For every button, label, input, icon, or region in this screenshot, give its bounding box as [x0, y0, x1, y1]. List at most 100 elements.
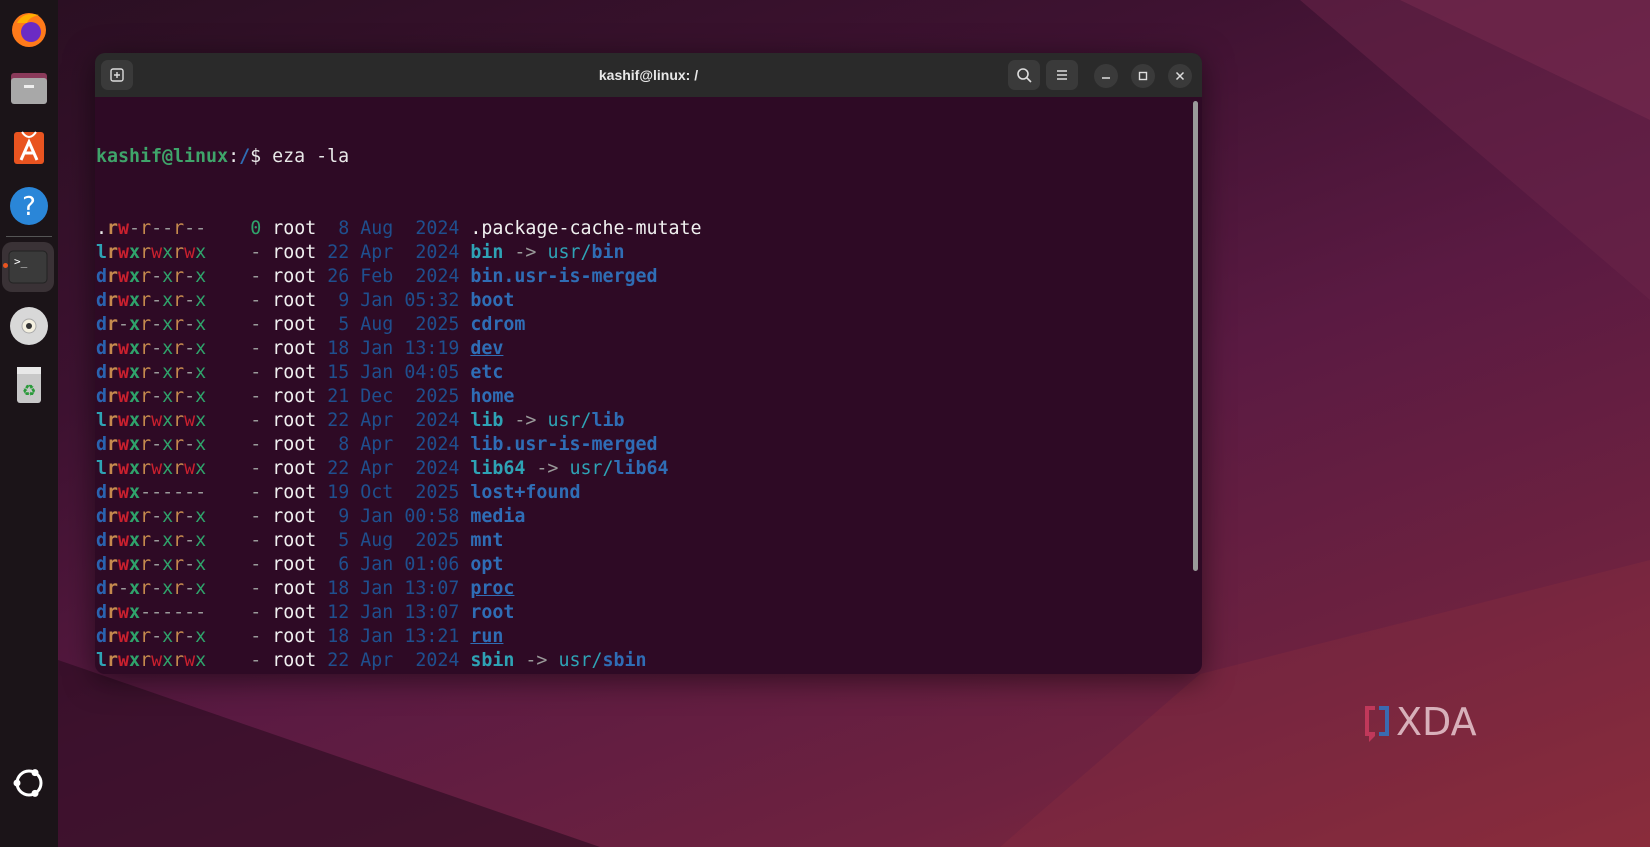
date-time-or-year: 2024: [415, 266, 460, 287]
list-row: drwxr-xr-x - root 6 Jan 01:06 opt: [96, 553, 1187, 577]
scrollbar[interactable]: [1193, 101, 1198, 571]
minimize-button[interactable]: [1094, 64, 1118, 88]
date-month: Dec: [360, 386, 394, 407]
dock-firefox[interactable]: [6, 6, 52, 52]
dock-help[interactable]: ?: [6, 183, 52, 229]
perm-char: r: [140, 410, 152, 431]
perm-char: -: [184, 290, 196, 311]
date-day: 19: [327, 482, 350, 503]
date-month: Apr: [360, 242, 394, 263]
perm-char: r: [107, 458, 119, 479]
perm-char: x: [195, 626, 207, 647]
dock-show-apps[interactable]: [6, 760, 52, 806]
menu-button[interactable]: [1046, 60, 1078, 90]
perm-char: x: [195, 242, 207, 263]
perm-char: x: [162, 578, 174, 599]
perm-char: r: [173, 338, 185, 359]
date-time-or-year: 13:19: [404, 338, 460, 359]
svg-text:?: ?: [22, 192, 36, 222]
owner: root: [272, 530, 317, 551]
close-button[interactable]: [1168, 64, 1192, 88]
terminal-output[interactable]: kashif@linux:/$ eza -la .rw-r--r-- 0 roo…: [95, 97, 1188, 674]
link-target-name: sbin: [602, 650, 647, 671]
firefox-icon: [12, 13, 46, 47]
perm-char: -: [184, 362, 196, 383]
perm-char: -: [184, 602, 196, 623]
dock-trash[interactable]: ♻: [6, 362, 52, 408]
perm-char: x: [129, 506, 141, 527]
owner: root: [272, 338, 317, 359]
list-row: drwxr-xr-x - root 5 Aug 2025 mnt: [96, 529, 1187, 553]
perm-char: r: [107, 242, 119, 263]
perm-char: r: [173, 554, 185, 575]
list-row: drwxr-xr-x - root 9 Jan 00:58 media: [96, 505, 1187, 529]
size: -: [250, 266, 262, 287]
perm-char: x: [129, 530, 141, 551]
perm-char: r: [107, 362, 119, 383]
owner: root: [272, 506, 317, 527]
search-button[interactable]: [1008, 60, 1040, 90]
perm-char: d: [96, 626, 108, 647]
permissions: dr-xr-xr-x: [96, 578, 206, 599]
dock-app-center[interactable]: [6, 123, 52, 169]
perm-char: -: [162, 602, 174, 623]
owner: root: [272, 386, 317, 407]
perm-char: r: [173, 530, 185, 551]
dock-disc[interactable]: [6, 303, 52, 349]
perm-char: r: [140, 386, 152, 407]
perm-char: d: [96, 386, 108, 407]
perm-char: x: [129, 290, 141, 311]
perm-char: w: [184, 650, 196, 671]
owner: root: [272, 482, 317, 503]
perm-char: -: [118, 314, 130, 335]
permissions: drwxr-xr-x: [96, 530, 206, 551]
perm-char: d: [96, 362, 108, 383]
perm-char: x: [195, 290, 207, 311]
perm-char: x: [129, 410, 141, 431]
perm-char: d: [96, 290, 108, 311]
file-name: bin.usr-is-merged: [470, 266, 658, 287]
perm-char: d: [96, 338, 108, 359]
perm-char: r: [107, 650, 119, 671]
perm-char: r: [107, 602, 119, 623]
size: -: [250, 434, 262, 455]
perm-char: l: [96, 410, 108, 431]
date-day: 22: [327, 458, 350, 479]
close-icon: [1175, 71, 1185, 81]
size: -: [250, 506, 262, 527]
perm-char: l: [96, 242, 108, 263]
perm-char: x: [195, 338, 207, 359]
file-name: root: [470, 602, 515, 623]
folder-icon: [11, 73, 47, 104]
perm-char: x: [195, 458, 207, 479]
dock-files[interactable]: [6, 64, 52, 110]
date-month: Jan: [360, 578, 394, 599]
permissions: lrwxrwxrwx: [96, 242, 206, 263]
perm-char: x: [195, 266, 207, 287]
perm-char: x: [195, 554, 207, 575]
perm-char: w: [118, 362, 130, 383]
perm-char: -: [129, 218, 141, 239]
perm-char: r: [140, 554, 152, 575]
permissions: lrwxrwxrwx: [96, 650, 206, 671]
perm-char: x: [195, 386, 207, 407]
perm-char: x: [162, 338, 174, 359]
perm-char: -: [184, 218, 196, 239]
perm-char: r: [107, 290, 119, 311]
dock-terminal[interactable]: >_: [2, 242, 54, 292]
perm-char: x: [129, 554, 141, 575]
perm-char: r: [173, 266, 185, 287]
list-row: drwxr-xr-x - root 26 Feb 2024 bin.usr-is…: [96, 265, 1187, 289]
perm-char: w: [118, 554, 130, 575]
permissions: .rw-r--r--: [96, 218, 206, 239]
owner: root: [272, 626, 317, 647]
maximize-button[interactable]: [1131, 64, 1155, 88]
date-day: 18: [327, 626, 350, 647]
date-time-or-year: 2025: [415, 314, 460, 335]
date-month: Aug: [360, 530, 394, 551]
file-name: media: [470, 506, 526, 527]
perm-char: r: [140, 530, 152, 551]
file-name: bin: [470, 242, 504, 263]
permissions: lrwxrwxrwx: [96, 410, 206, 431]
perm-char: -: [184, 434, 196, 455]
